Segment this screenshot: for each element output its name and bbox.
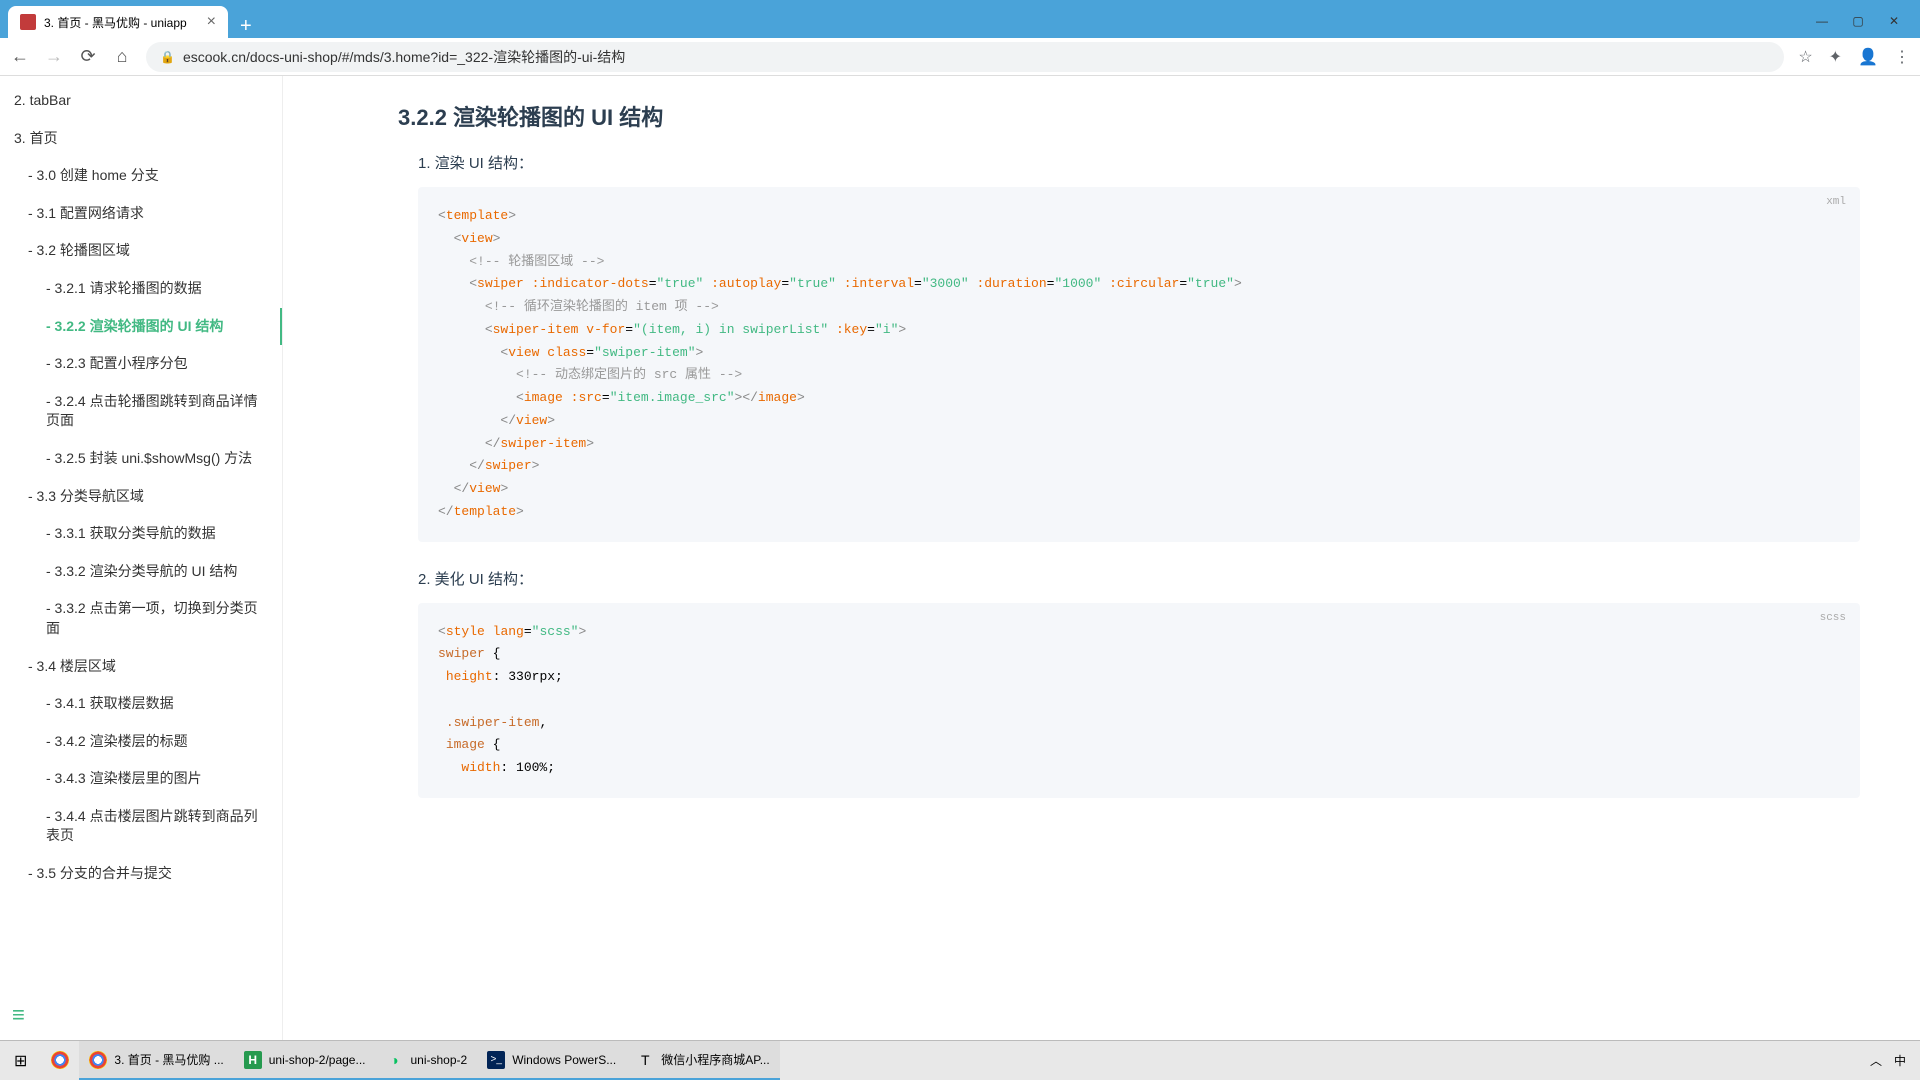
start-button[interactable]: ⊞ [0,1051,41,1071]
sidebar-item[interactable]: - 3.3.2 点击第一项，切换到分类页面 [0,590,282,647]
sidebar-item[interactable]: - 3.4 楼层区域 [0,648,282,686]
forward-button[interactable]: → [44,46,64,67]
new-tab-button[interactable]: + [228,15,264,38]
window-controls: — ▢ ✕ [1808,10,1920,38]
sidebar-item[interactable]: - 3.3.1 获取分类导航的数据 [0,515,282,553]
taskbar-app[interactable]: >_Windows PowerS... [477,1041,626,1080]
sidebar-item[interactable]: 2. tabBar [0,82,282,120]
sidebar-item[interactable]: - 3.2.5 封装 uni.$showMsg() 方法 [0,440,282,478]
code-block-scss: scss<style lang="scss"> swiper { height:… [418,603,1860,798]
sidebar-item[interactable]: - 3.4.3 渲染楼层里的图片 [0,760,282,798]
tray-chevron-icon[interactable]: ︿ [1870,1052,1882,1069]
browser-tab[interactable]: 3. 首页 - 黑马优购 - uniapp × [8,6,228,38]
main-content[interactable]: 3.2.2 渲染轮播图的 UI 结构 1. 渲染 UI 结构： xml<temp… [283,76,1920,1040]
sidebar-item[interactable]: - 3.4.2 渲染楼层的标题 [0,723,282,761]
sidebar-item[interactable]: - 3.4.4 点击楼层图片跳转到商品列表页 [0,798,282,855]
sidebar-item[interactable]: 3. 首页 [0,120,282,158]
code-lang-label: xml [1826,193,1846,212]
sidebar-item[interactable]: - 3.1 配置网络请求 [0,195,282,233]
code-block-xml: xml<template> <view> <!-- 轮播图区域 --> <swi… [418,187,1860,542]
star-icon[interactable]: ☆ [1798,47,1812,67]
sidebar-item[interactable]: - 3.2 轮播图区域 [0,232,282,270]
browser-window: 3. 首页 - 黑马优购 - uniapp × + — ▢ ✕ ← → ⟳ ⌂ … [0,0,1920,1080]
code-lang-label: scss [1820,609,1846,628]
close-icon[interactable]: × [207,13,216,31]
reload-button[interactable]: ⟳ [78,46,98,67]
content-area: 2. tabBar3. 首页- 3.0 创建 home 分支- 3.1 配置网络… [0,76,1920,1040]
page-title: 3.2.2 渲染轮播图的 UI 结构 [398,100,1860,132]
sidebar-item[interactable]: - 3.2.1 请求轮播图的数据 [0,270,282,308]
menu-icon[interactable]: ⋮ [1894,47,1910,67]
address-bar[interactable]: 🔒 escook.cn/docs-uni-shop/#/mds/3.home?i… [146,42,1784,72]
sidebar-item[interactable]: - 3.2.2 渲染轮播图的 UI 结构 [0,308,283,346]
home-button[interactable]: ⌂ [112,46,132,67]
step-label-1: 1. 渲染 UI 结构： [418,152,1860,173]
taskbar-app[interactable]: 3. 首页 - 黑马优购 ... [79,1041,233,1080]
url-text: escook.cn/docs-uni-shop/#/mds/3.home?id=… [183,47,625,67]
sidebar-item[interactable]: - 3.2.4 点击轮播图跳转到商品详情页面 [0,383,282,440]
taskbar-app[interactable]: ◑uni-shop-2 [375,1041,477,1080]
maximize-button[interactable]: ▢ [1844,10,1872,32]
toolbar-actions: ☆ ✦ 👤 ⋮ [1798,47,1910,67]
tab-bar: 3. 首页 - 黑马优购 - uniapp × + — ▢ ✕ [0,0,1920,38]
sidebar-item[interactable]: - 3.2.3 配置小程序分包 [0,345,282,383]
tray-ime-icon[interactable]: 中 [1894,1052,1906,1069]
sidebar[interactable]: 2. tabBar3. 首页- 3.0 创建 home 分支- 3.1 配置网络… [0,76,283,1040]
taskbar-app[interactable]: Huni-shop-2/page... [234,1041,376,1080]
profile-icon[interactable]: 👤 [1858,47,1878,67]
taskbar: ⊞ 3. 首页 - 黑马优购 ...Huni-shop-2/page...◑un… [0,1040,1920,1080]
step-label-2: 2. 美化 UI 结构： [418,568,1860,589]
sidebar-item[interactable]: - 3.4.1 获取楼层数据 [0,685,282,723]
back-button[interactable]: ← [10,46,30,67]
lock-icon: 🔒 [160,50,175,64]
minimize-button[interactable]: — [1808,10,1836,32]
system-tray[interactable]: ︿ 中 [1870,1052,1920,1069]
hamburger-icon[interactable]: ≡ [12,1002,25,1028]
taskbar-app[interactable]: T微信小程序商城AP... [626,1041,779,1080]
code-comment: <!-- 轮播图区域 --> [469,254,604,269]
extensions-icon[interactable]: ✦ [1829,47,1842,67]
chrome-icon [51,1051,69,1069]
favicon [20,14,36,30]
code-comment: <!-- 动态绑定图片的 src 属性 --> [516,367,742,382]
close-window-button[interactable]: ✕ [1880,10,1908,32]
sidebar-item[interactable]: - 3.0 创建 home 分支 [0,157,282,195]
sidebar-item[interactable]: - 3.3 分类导航区域 [0,478,282,516]
toolbar: ← → ⟳ ⌂ 🔒 escook.cn/docs-uni-shop/#/mds/… [0,38,1920,76]
sidebar-item[interactable]: - 3.3.2 渲染分类导航的 UI 结构 [0,553,282,591]
code-comment: <!-- 循环渲染轮播图的 item 项 --> [485,299,719,314]
tab-title: 3. 首页 - 黑马优购 - uniapp [44,14,187,31]
taskbar-chrome-browser[interactable] [41,1041,79,1080]
sidebar-item[interactable]: - 3.5 分支的合并与提交 [0,855,282,893]
